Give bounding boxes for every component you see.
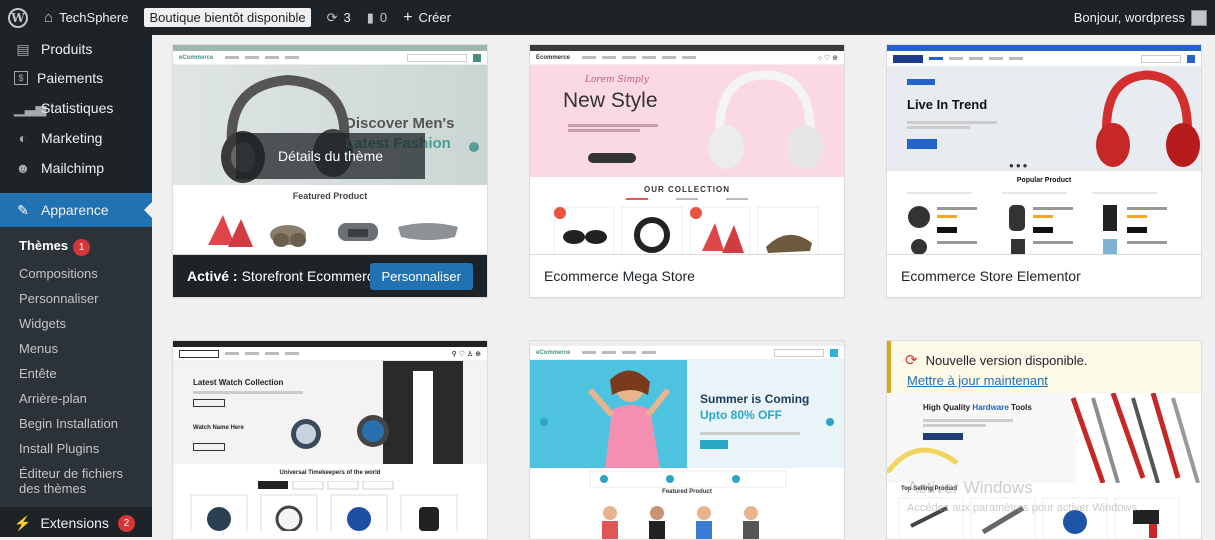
admin-bar: W ⌂ TechSphere Boutique bientôt disponib… [0,0,1215,35]
submenu-install-plugins[interactable]: Install Plugins [0,436,152,461]
product-images [553,206,819,256]
stats-icon: ▁▃▅ [14,99,47,116]
theme-name: Ecommerce Mega Store [530,254,844,297]
submenu-widgets[interactable]: Widgets [0,311,152,336]
site-name-link[interactable]: ⌂ TechSphere [36,0,136,35]
windows-activation-watermark: Activer Windows Accédez aux paramètres p… [907,478,1140,514]
themes-update-badge: 1 [73,239,91,256]
menu-item-marketing[interactable]: ◐ Marketing [0,123,152,153]
appearance-icon: ✎ [17,201,29,218]
update-icon: ⟳ [905,352,918,369]
submenu-themes[interactable]: Thèmes 1 [0,233,152,261]
wordpress-logo-icon[interactable]: W [0,0,36,35]
comments-link[interactable]: ▮ 0 [359,0,395,35]
update-notice: ⟳ Nouvelle version disponible. Mettre à … [887,341,1201,393]
theme-name: Ecommerce Store Elementor [887,254,1201,297]
menu-item-stats[interactable]: ▁▃▅ Statistiques [0,93,152,123]
menu-item-extensions[interactable]: ⚡ Extensions 2 [0,509,152,537]
submenu-menus[interactable]: Menus [0,336,152,361]
submenu-background[interactable]: Arrière-plan [0,386,152,411]
theme-screenshot: Ecommerce ○ ♡ ⊕ Lorem Simply New Style OU… [530,45,844,256]
product-images [208,215,458,247]
appearance-submenu: Thèmes 1 Compositions Personnaliser Widge… [0,227,152,507]
menu-item-appearance[interactable]: ✎ Apparence [0,193,152,227]
woman-image [587,370,671,468]
extensions-update-badge: 2 [117,514,135,532]
updates-icon: ⟳ [326,9,338,25]
mailchimp-icon: ☻ [15,160,31,176]
theme-card-summer[interactable]: eCommerce Summer is Coming Upto 80% OFF … [529,340,845,540]
store-status-badge[interactable]: Boutique bientôt disponible [136,0,318,35]
menu-item-products[interactable]: ▤ Produits [0,35,152,63]
my-account-link[interactable]: Bonjour, wordpress [1074,9,1215,26]
headphones-image [1096,70,1200,167]
headphones-image [708,70,823,169]
submenu-begin-installation[interactable]: Begin Installation [0,411,152,436]
plugins-icon: ⚡ [14,514,32,531]
payments-icon: $ [14,71,28,85]
home-icon: ⌂ [44,9,54,26]
avatar [1191,9,1207,26]
update-now-link[interactable]: Mettre à jour maintenant [907,373,1187,388]
admin-sidebar: ▤ Produits $ Paiements ▁▃▅ Statistiques … [0,35,152,537]
product-grid [907,192,1167,255]
marketing-icon: ◐ [18,130,28,146]
products-icon: ▤ [16,40,30,57]
theme-card-store-elementor[interactable]: Live In Trend ●●● Popular Product Ecomme… [886,44,1202,298]
product-images [190,481,458,531]
tools-image [1070,393,1200,483]
menu-item-mailchimp[interactable]: ☻ Mailchimp [0,153,152,183]
submenu-header[interactable]: Entête [0,361,152,386]
theme-card-mega-store[interactable]: Ecommerce ○ ♡ ⊕ Lorem Simply New Style OU… [529,44,845,298]
theme-screenshot: eCommerce Discover Men's Latest Fashion … [173,45,487,256]
theme-screenshot: Live In Trend ●●● Popular Product [887,45,1201,256]
updates-link[interactable]: ⟳ 3 [319,0,359,35]
menu-item-payments[interactable]: $ Paiements [0,63,152,93]
watch-image [291,361,463,464]
plus-icon: + [403,8,413,26]
submenu-theme-file-editor[interactable]: Éditeur de fichiers des thèmes [0,461,135,501]
new-content-link[interactable]: + Créer [395,0,459,35]
submenu-compositions[interactable]: Compositions [0,261,152,286]
comment-icon: ▮ [366,9,374,25]
theme-card-watch[interactable]: ⚲ ♡ ♙ ⊕ Latest Watch Collection Watch Na… [172,340,488,540]
submenu-customize[interactable]: Personnaliser [0,286,152,311]
theme-screenshot: ⚲ ♡ ♙ ⊕ Latest Watch Collection Watch Na… [173,341,487,539]
active-theme-bar: Activé : Storefront Ecommerce Sh... Pers… [173,254,487,297]
theme-card-storefront[interactable]: eCommerce Discover Men's Latest Fashion … [172,44,488,298]
customize-button[interactable]: Personnaliser [369,263,473,290]
theme-details-button[interactable]: Détails du thème [236,133,425,179]
product-images [602,506,759,539]
theme-screenshot: eCommerce Summer is Coming Upto 80% OFF … [530,341,844,539]
